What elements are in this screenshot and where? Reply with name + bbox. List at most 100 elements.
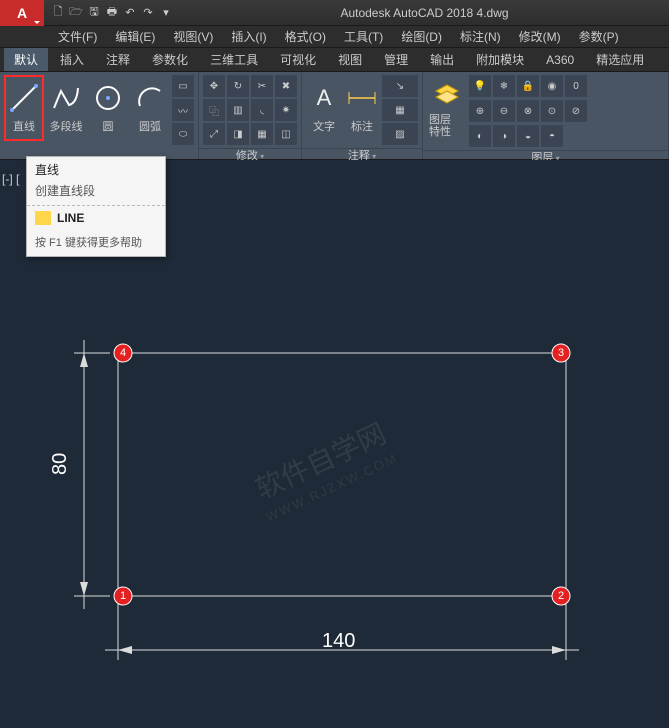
tab-a360[interactable]: A360 <box>536 50 584 70</box>
rect-icon[interactable]: ▭ <box>172 75 194 97</box>
rotate-icon[interactable]: ↻ <box>227 75 249 97</box>
tooltip-title: 直线 <box>27 157 165 182</box>
qat-item[interactable]: 🖶 <box>104 5 120 21</box>
point-4: 4 <box>114 344 132 362</box>
spline-icon[interactable]: 〰 <box>172 99 194 121</box>
panel-modify: ✥ ⿻ ⤢ ↻ ▥ ◨ ✂ ◟ ▦ ✖ ✷ ◫ 修改 <box>199 72 302 159</box>
text-button[interactable]: A 文字 <box>306 75 342 141</box>
arc-icon <box>134 82 166 114</box>
layer-tool-3[interactable]: ⊗ <box>517 100 539 122</box>
point-2: 2 <box>552 587 570 605</box>
array-icon[interactable]: ▦ <box>251 123 273 145</box>
circle-button[interactable]: 圆 <box>88 75 128 141</box>
menu-insert[interactable]: 插入(I) <box>223 26 274 47</box>
qat-item[interactable]: ▾ <box>158 5 174 21</box>
command-icon <box>35 211 51 225</box>
menu-file[interactable]: 文件(F) <box>50 26 105 47</box>
tab-insert[interactable]: 插入 <box>50 48 94 71</box>
menu-draw[interactable]: 绘图(D) <box>393 26 450 47</box>
app-logo[interactable]: A <box>0 0 44 26</box>
offset-icon[interactable]: ◫ <box>275 123 297 145</box>
point-1: 1 <box>114 587 132 605</box>
qat-item[interactable]: 🖫 <box>86 5 102 21</box>
copy-icon[interactable]: ⿻ <box>203 99 225 121</box>
point-3: 3 <box>552 344 570 362</box>
layer-freeze-icon[interactable]: ❄ <box>493 75 515 97</box>
layer-properties-button[interactable]: 图层 特性 <box>427 75 467 141</box>
layer-tool-6[interactable]: ◐ <box>469 125 491 147</box>
qat-item[interactable]: ↷ <box>140 5 156 21</box>
layer-lock-icon[interactable]: 🔒 <box>517 75 539 97</box>
tab-view[interactable]: 视图 <box>328 48 372 71</box>
mirror-icon[interactable]: ▥ <box>227 99 249 121</box>
rectangle <box>118 353 566 596</box>
polyline-icon <box>50 82 82 114</box>
tab-visualize[interactable]: 可视化 <box>270 48 326 71</box>
menu-modify[interactable]: 修改(M) <box>511 26 569 47</box>
panel-draw: 直线 多段线 圆 圆弧 ▭ 〰 <box>0 72 199 159</box>
line-icon <box>8 82 40 114</box>
title-bar: A 🗋 🗁 🖫 🖶 ↶ ↷ ▾ Autodesk AutoCAD 2018 4.… <box>0 0 669 26</box>
layer-tool-9[interactable]: ◓ <box>541 125 563 147</box>
tab-output[interactable]: 输出 <box>420 48 464 71</box>
tab-annotate[interactable]: 注释 <box>96 48 140 71</box>
svg-text:4: 4 <box>120 347 126 359</box>
tab-parametric[interactable]: 参数化 <box>142 48 198 71</box>
line-button[interactable]: 直线 <box>4 75 44 141</box>
qat-item[interactable]: 🗁 <box>68 5 84 21</box>
quick-access-toolbar: 🗋 🗁 🖫 🖶 ↶ ↷ ▾ <box>44 5 180 21</box>
stretch-icon[interactable]: ⤢ <box>203 123 225 145</box>
layer-tool-1[interactable]: ⊕ <box>469 100 491 122</box>
trim-icon[interactable]: ✂ <box>251 75 273 97</box>
explode-icon[interactable]: ✷ <box>275 99 297 121</box>
svg-text:3: 3 <box>558 347 564 359</box>
menu-tools[interactable]: 工具(T) <box>336 26 391 47</box>
dimension-icon <box>346 82 378 114</box>
panel-annotate: A 文字 标注 ↘ ▦ ▨ 注释 <box>302 72 423 159</box>
ellipse-icon[interactable]: ⬭ <box>172 123 194 145</box>
tab-default[interactable]: 默认 <box>4 48 48 71</box>
layer-tool-2[interactable]: ⊖ <box>493 100 515 122</box>
tab-addins[interactable]: 附加模块 <box>466 48 534 71</box>
scale-icon[interactable]: ◨ <box>227 123 249 145</box>
layer-tool-4[interactable]: ⊙ <box>541 100 563 122</box>
svg-text:1: 1 <box>120 590 126 602</box>
menu-view[interactable]: 视图(V) <box>165 26 221 47</box>
erase-icon[interactable]: ✖ <box>275 75 297 97</box>
move-icon[interactable]: ✥ <box>203 75 225 97</box>
dim-width: 140 <box>322 630 355 652</box>
ribbon: 直线 多段线 圆 圆弧 ▭ 〰 <box>0 72 669 160</box>
dim-height: 80 <box>49 453 71 475</box>
leader-icon[interactable]: ↘ <box>382 75 418 97</box>
layer-bulb-icon[interactable]: 💡 <box>469 75 491 97</box>
table-icon[interactable]: ▦ <box>382 99 418 121</box>
layer-tool-8[interactable]: ◒ <box>517 125 539 147</box>
layer-tool-7[interactable]: ◑ <box>493 125 515 147</box>
layer-color-icon[interactable]: ◉ <box>541 75 563 97</box>
tooltip: 直线 创建直线段 LINE 按 F1 键获得更多帮助 <box>26 156 166 257</box>
qat-item[interactable]: 🗋 <box>50 5 66 21</box>
tab-manage[interactable]: 管理 <box>374 48 418 71</box>
draw-extra-col: ▭ 〰 ⬭ <box>172 75 194 145</box>
menu-dimension[interactable]: 标注(N) <box>452 26 509 47</box>
panel-layers: 图层 特性 💡 ❄ 🔒 ◉ 0 ⊕ ⊖ ⊗ ⊙ ⊘ ◐ <box>423 72 669 159</box>
arc-button[interactable]: 圆弧 <box>130 75 170 141</box>
qat-item[interactable]: ↶ <box>122 5 138 21</box>
window-title: Autodesk AutoCAD 2018 4.dwg <box>180 6 669 20</box>
svg-text:2: 2 <box>558 590 564 602</box>
layer-more-icon[interactable]: 0 <box>565 75 587 97</box>
polyline-button[interactable]: 多段线 <box>46 75 86 141</box>
menu-format[interactable]: 格式(O) <box>277 26 334 47</box>
dimension-button[interactable]: 标注 <box>344 75 380 141</box>
fillet-icon[interactable]: ◟ <box>251 99 273 121</box>
ribbon-tabs: 默认 插入 注释 参数化 三维工具 可视化 视图 管理 输出 附加模块 A360… <box>0 48 669 72</box>
tab-featured[interactable]: 精选应用 <box>586 48 654 71</box>
hatch-icon[interactable]: ▨ <box>382 123 418 145</box>
menu-edit[interactable]: 编辑(E) <box>107 26 163 47</box>
circle-icon <box>92 82 124 114</box>
tab-3dtools[interactable]: 三维工具 <box>200 48 268 71</box>
tooltip-help: 按 F1 键获得更多帮助 <box>27 230 165 256</box>
layer-tool-5[interactable]: ⊘ <box>565 100 587 122</box>
menu-parametric[interactable]: 参数(P) <box>571 26 627 47</box>
tooltip-command: LINE <box>27 206 165 230</box>
